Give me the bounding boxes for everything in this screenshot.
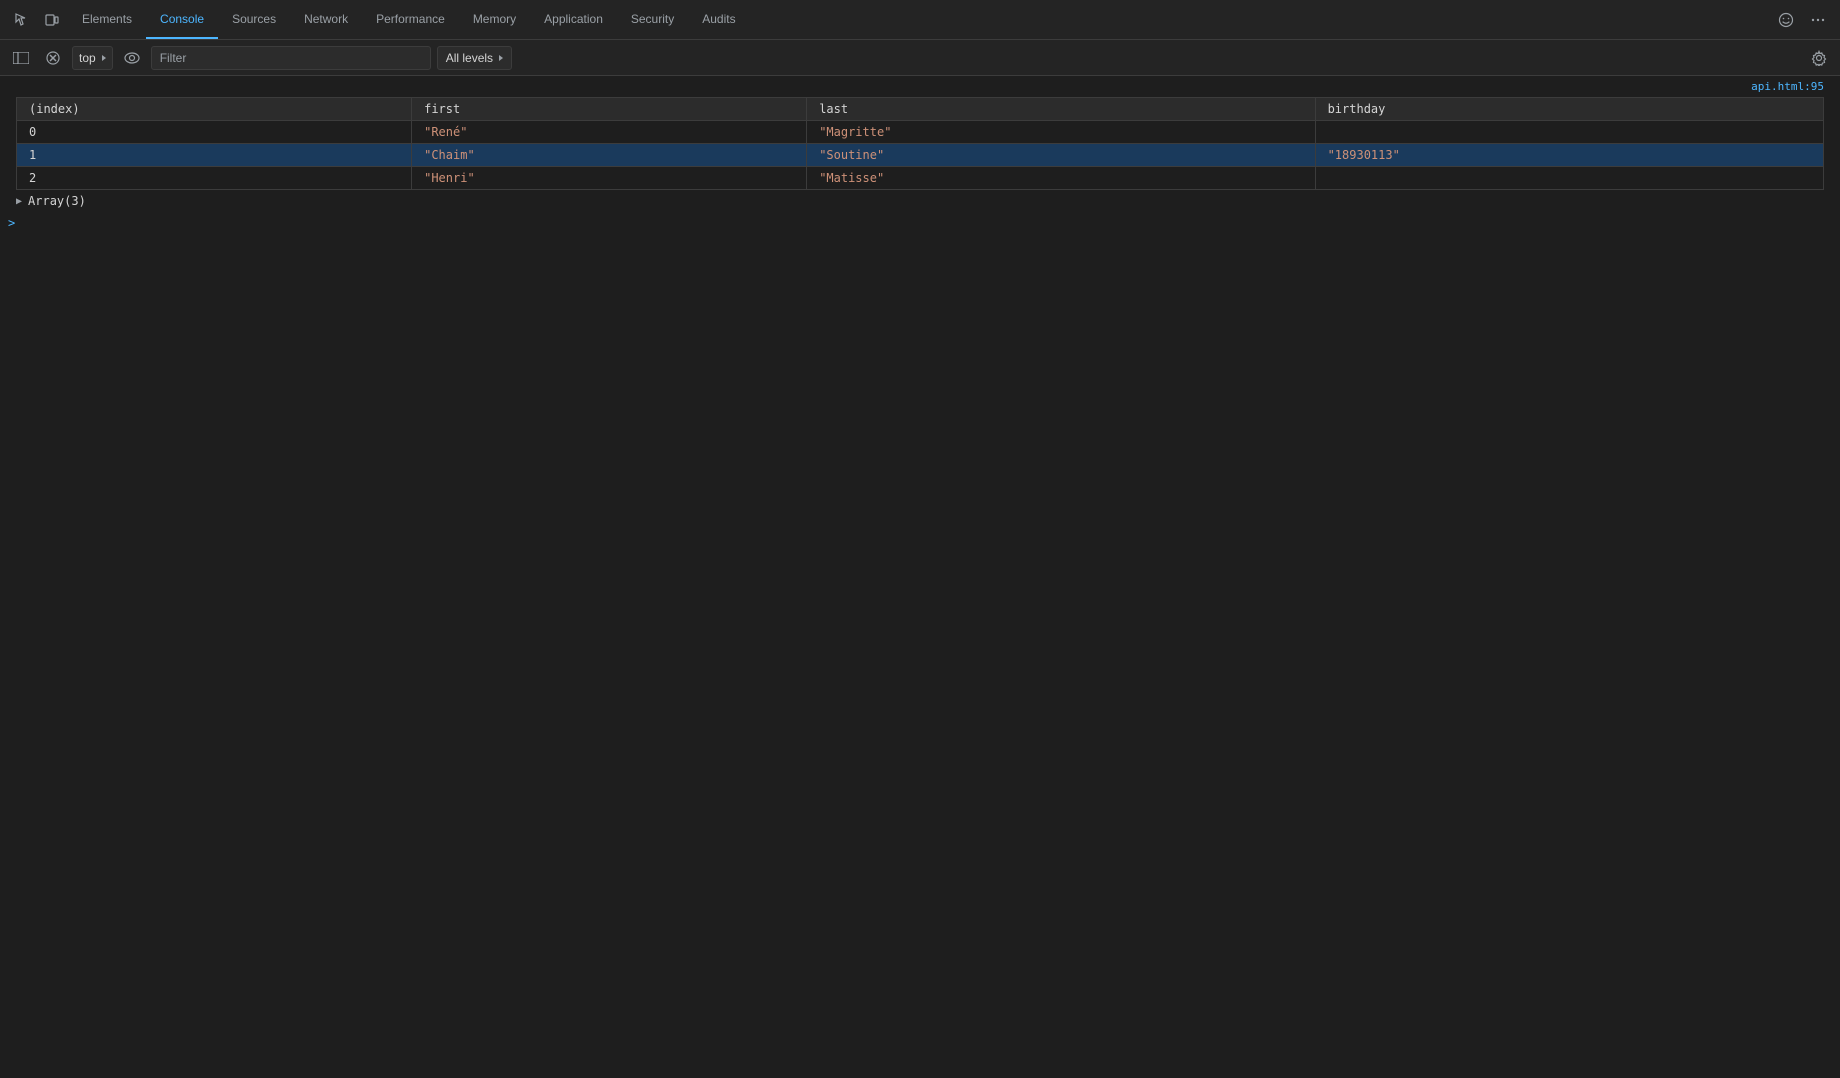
cell-birthday-2 bbox=[1315, 167, 1823, 190]
tab-security[interactable]: Security bbox=[617, 0, 688, 39]
cell-birthday-1: "18930113" bbox=[1315, 144, 1823, 167]
tab-memory[interactable]: Memory bbox=[459, 0, 530, 39]
tab-sources[interactable]: Sources bbox=[218, 0, 290, 39]
cell-last-2: "Matisse" bbox=[807, 167, 1315, 190]
array-footer[interactable]: ▶ Array(3) bbox=[0, 190, 1840, 212]
filter-input-wrap[interactable] bbox=[151, 46, 431, 70]
cell-first-2: "Henri" bbox=[412, 167, 807, 190]
source-link[interactable]: api.html:95 bbox=[0, 76, 1840, 97]
tab-performance[interactable]: Performance bbox=[362, 0, 459, 39]
col-header-birthday: birthday bbox=[1315, 98, 1823, 121]
devtools-nav-bar: Elements Console Sources Network Perform… bbox=[0, 0, 1840, 40]
table-header-row: (index) first last birthday bbox=[17, 98, 1824, 121]
array-label: Array(3) bbox=[28, 194, 86, 208]
cell-first-1: "Chaim" bbox=[412, 144, 807, 167]
col-header-index: (index) bbox=[17, 98, 412, 121]
cell-last-0: "Magritte" bbox=[807, 121, 1315, 144]
more-options-icon[interactable] bbox=[1804, 6, 1832, 34]
col-header-first: first bbox=[412, 98, 807, 121]
context-selector[interactable]: top bbox=[72, 46, 113, 70]
cell-index-2: 2 bbox=[17, 167, 412, 190]
table-row[interactable]: 0 "René" "Magritte" bbox=[17, 121, 1824, 144]
sidebar-toggle-icon[interactable] bbox=[8, 45, 34, 71]
settings-icon[interactable] bbox=[1806, 45, 1832, 71]
tab-console[interactable]: Console bbox=[146, 0, 218, 39]
cell-birthday-0 bbox=[1315, 121, 1823, 144]
context-selector-chevron bbox=[102, 55, 106, 61]
filter-input[interactable] bbox=[160, 51, 422, 65]
cell-first-0: "René" bbox=[412, 121, 807, 144]
cell-index-0: 0 bbox=[17, 121, 412, 144]
tab-elements[interactable]: Elements bbox=[68, 0, 146, 39]
tab-application[interactable]: Application bbox=[530, 0, 617, 39]
console-toolbar: top All levels bbox=[0, 40, 1840, 76]
nav-tabs: Elements Console Sources Network Perform… bbox=[68, 0, 1770, 39]
expand-arrow-icon: ▶ bbox=[16, 196, 22, 207]
levels-dropdown[interactable]: All levels bbox=[437, 46, 512, 70]
table-row[interactable]: 1 "Chaim" "Soutine" "18930113" bbox=[17, 144, 1824, 167]
nav-right-icons bbox=[1772, 6, 1832, 34]
cell-index-1: 1 bbox=[17, 144, 412, 167]
device-toolbar-icon[interactable] bbox=[38, 6, 66, 34]
prompt-caret-icon: > bbox=[8, 216, 15, 230]
levels-label: All levels bbox=[446, 51, 493, 65]
context-selector-label: top bbox=[79, 51, 96, 65]
table-row[interactable]: 2 "Henri" "Matisse" bbox=[17, 167, 1824, 190]
cell-last-1: "Soutine" bbox=[807, 144, 1315, 167]
tab-audits[interactable]: Audits bbox=[688, 0, 749, 39]
console-table: (index) first last birthday 0 "René" "Ma… bbox=[16, 97, 1824, 190]
emoji-icon[interactable] bbox=[1772, 6, 1800, 34]
console-prompt[interactable]: > bbox=[0, 212, 1840, 234]
clear-console-icon[interactable] bbox=[40, 45, 66, 71]
tab-network[interactable]: Network bbox=[290, 0, 362, 39]
console-output: api.html:95 (index) first last birthday … bbox=[0, 76, 1840, 1078]
eye-icon[interactable] bbox=[119, 45, 145, 71]
levels-chevron bbox=[499, 55, 503, 61]
inspect-element-icon[interactable] bbox=[8, 6, 36, 34]
col-header-last: last bbox=[807, 98, 1315, 121]
